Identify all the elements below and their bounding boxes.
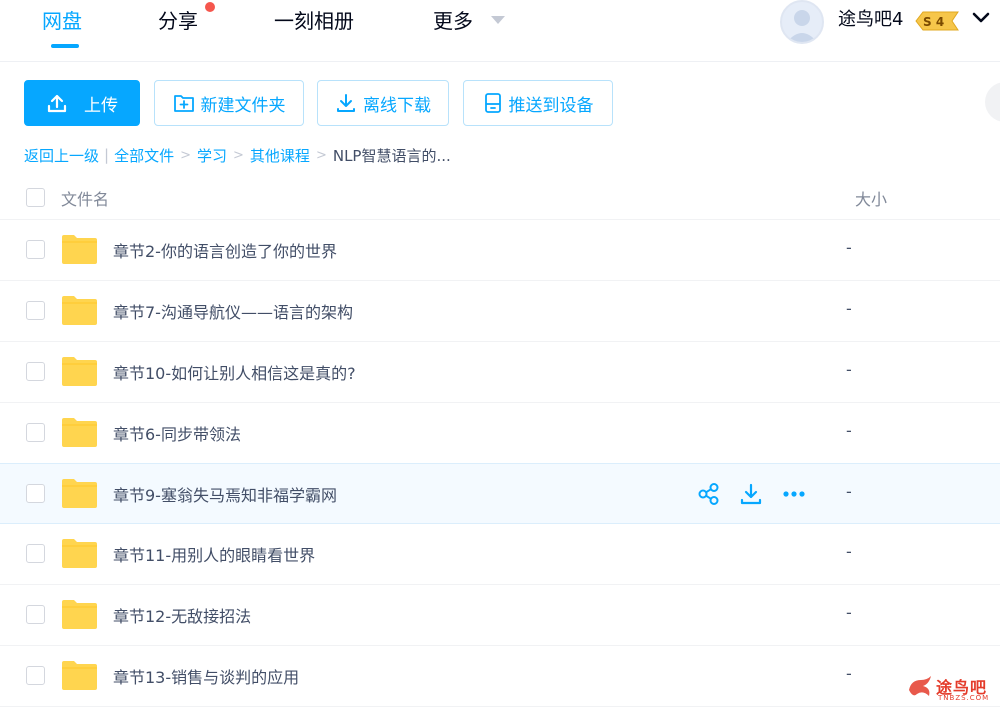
- offline-download-button[interactable]: 离线下载: [317, 80, 449, 126]
- view-toggle-button[interactable]: [985, 82, 1000, 122]
- row-checkbox[interactable]: [26, 544, 45, 563]
- table-row[interactable]: 章节7-沟通导航仪——语言的架构 -: [0, 281, 1000, 342]
- user-avatar-icon: [787, 10, 817, 42]
- notification-dot: [205, 2, 215, 12]
- folder-icon: [62, 296, 97, 325]
- table-row[interactable]: 章节2-你的语言创造了你的世界 -: [0, 220, 1000, 281]
- download-icon[interactable]: [739, 482, 763, 506]
- breadcrumb-item-study[interactable]: 学习: [197, 145, 227, 166]
- file-size: -: [846, 421, 852, 440]
- new-folder-button[interactable]: 新建文件夹: [154, 80, 304, 126]
- chevron-down-icon[interactable]: [491, 16, 505, 24]
- watermark-bird-icon: [909, 676, 931, 696]
- breadcrumb-divider: |: [104, 146, 110, 164]
- folder-icon: [62, 235, 97, 264]
- vip-badge-text: S 4: [923, 15, 944, 29]
- breadcrumb-item-other-courses[interactable]: 其他课程: [250, 145, 310, 166]
- file-size: -: [846, 238, 852, 257]
- row-checkbox[interactable]: [26, 301, 45, 320]
- column-header-name[interactable]: 文件名: [61, 186, 109, 210]
- row-checkbox[interactable]: [26, 423, 45, 442]
- breadcrumb-separator: >: [233, 147, 244, 163]
- back-link[interactable]: 返回上一级: [24, 145, 99, 166]
- column-header-size[interactable]: 大小: [855, 186, 887, 210]
- file-name[interactable]: 章节10-如何让别人相信这是真的?: [113, 360, 356, 384]
- row-checkbox[interactable]: [26, 240, 45, 259]
- file-name[interactable]: 章节13-销售与谈判的应用: [113, 664, 299, 688]
- more-options-icon[interactable]: [781, 482, 807, 506]
- folder-icon: [62, 479, 97, 508]
- file-table-header: 文件名 大小: [0, 178, 1000, 220]
- file-size: -: [846, 664, 852, 683]
- active-tab-indicator: [51, 44, 79, 48]
- breadcrumb-item-all-files[interactable]: 全部文件: [114, 145, 174, 166]
- row-checkbox[interactable]: [26, 362, 45, 381]
- watermark: 途鸟吧 TNBZS.COM: [905, 670, 997, 704]
- file-size: -: [846, 603, 852, 622]
- share-icon[interactable]: [697, 482, 721, 506]
- table-row[interactable]: 章节10-如何让别人相信这是真的? -: [0, 342, 1000, 403]
- table-row[interactable]: 章节13-销售与谈判的应用 -: [0, 646, 1000, 707]
- breadcrumb-current: NLP智慧语言的...: [332, 146, 451, 165]
- push-device-label: 推送到设备: [508, 95, 594, 116]
- row-checkbox[interactable]: [26, 666, 45, 685]
- file-name[interactable]: 章节6-同步带领法: [113, 421, 241, 445]
- folder-icon: [62, 357, 97, 386]
- tab-share[interactable]: 分享: [158, 6, 198, 36]
- tab-album[interactable]: 一刻相册: [274, 6, 354, 36]
- table-row[interactable]: 章节11-用别人的眼睛看世界 -: [0, 524, 1000, 585]
- vip-badge-icon: S 4: [915, 11, 959, 31]
- file-name[interactable]: 章节7-沟通导航仪——语言的架构: [113, 299, 353, 323]
- offline-download-label: 离线下载: [363, 95, 431, 116]
- file-size: -: [846, 542, 852, 561]
- breadcrumb-separator: >: [180, 147, 191, 163]
- device-icon: [484, 93, 501, 113]
- file-name[interactable]: 章节12-无敌接招法: [113, 603, 251, 627]
- folder-icon: [62, 661, 97, 690]
- table-row[interactable]: 章节12-无敌接招法 -: [0, 585, 1000, 646]
- download-icon: [337, 94, 355, 112]
- new-folder-icon: [173, 95, 194, 112]
- select-all-checkbox[interactable]: [26, 188, 45, 207]
- watermark-subtext: TNBZS.COM: [938, 694, 990, 702]
- file-name[interactable]: 章节9-塞翁失马焉知非福学霸网: [113, 482, 337, 506]
- user-menu-chevron-icon[interactable]: [970, 10, 992, 26]
- avatar[interactable]: [780, 0, 824, 44]
- row-checkbox[interactable]: [26, 605, 45, 624]
- row-actions: [697, 482, 807, 506]
- file-size: -: [846, 299, 852, 318]
- folder-icon: [62, 418, 97, 447]
- username[interactable]: 途鸟吧4: [838, 6, 903, 34]
- folder-icon: [62, 539, 97, 568]
- tab-more[interactable]: 更多: [433, 6, 473, 36]
- table-row[interactable]: 章节6-同步带领法 -: [0, 403, 1000, 464]
- upload-label: 上传: [84, 95, 118, 116]
- breadcrumb-separator: >: [315, 147, 327, 163]
- table-row-hovered[interactable]: 章节9-塞翁失马焉知非福学霸网 -: [0, 463, 1000, 524]
- tab-netdisk[interactable]: 网盘: [42, 6, 82, 36]
- file-size: -: [846, 482, 852, 501]
- upload-icon: [47, 94, 67, 113]
- file-size: -: [846, 360, 852, 379]
- upload-button[interactable]: 上传: [24, 80, 140, 126]
- top-navigation: 网盘 分享 一刻相册 更多 途鸟吧4 S 4: [0, 0, 1000, 62]
- row-checkbox[interactable]: [26, 484, 45, 503]
- file-name[interactable]: 章节2-你的语言创造了你的世界: [113, 238, 337, 262]
- push-device-button[interactable]: 推送到设备: [463, 80, 613, 126]
- new-folder-label: 新建文件夹: [200, 95, 286, 116]
- file-name[interactable]: 章节11-用别人的眼睛看世界: [113, 542, 315, 566]
- folder-icon: [62, 600, 97, 629]
- breadcrumb: 返回上一级 | 全部文件 > 学习 > 其他课程 > NLP智慧语言的...: [24, 144, 451, 166]
